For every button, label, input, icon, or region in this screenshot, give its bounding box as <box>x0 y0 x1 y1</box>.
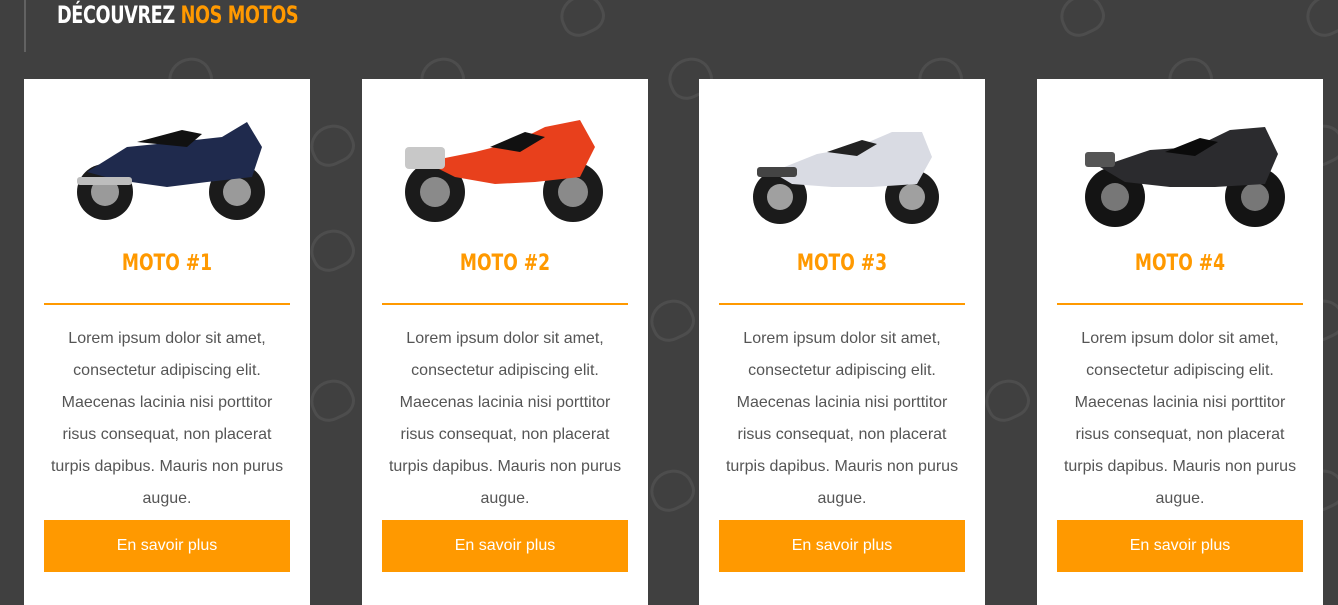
helmet-icon <box>303 117 361 173</box>
motorcycle-icon <box>405 119 603 222</box>
title-accent-bar <box>24 0 26 52</box>
section-title-orange: NOS MOTOS <box>180 1 299 29</box>
card-divider <box>44 303 290 305</box>
moto-card-1: MOTO #1 Lorem ipsum dolor sit amet, cons… <box>24 79 310 605</box>
card-description: Lorem ipsum dolor sit amet, consectetur … <box>1063 330 1297 507</box>
helmet-icon <box>303 372 361 428</box>
en-savoir-plus-button[interactable]: En savoir plus <box>719 520 965 572</box>
moto-card-4: MOTO #4 Lorem ipsum dolor sit amet, cons… <box>1037 79 1323 605</box>
en-savoir-plus-button[interactable]: En savoir plus <box>44 520 290 572</box>
card-description: Lorem ipsum dolor sit amet, consectetur … <box>388 330 622 507</box>
card-title: MOTO #1 <box>121 251 213 276</box>
card-divider <box>382 303 628 305</box>
helmet-icon <box>643 292 701 348</box>
helmet-icon <box>1053 0 1111 43</box>
moto-image-4 <box>1057 79 1303 244</box>
card-divider <box>1057 303 1303 305</box>
moto-image-1 <box>44 79 290 244</box>
card-title: MOTO #4 <box>1134 251 1226 276</box>
card-title: MOTO #3 <box>796 251 888 276</box>
moto-card-3: MOTO #3 Lorem ipsum dolor sit amet, cons… <box>699 79 985 605</box>
helmet-icon <box>978 372 1036 428</box>
motorcycle-icon <box>1085 126 1285 227</box>
card-divider <box>719 303 965 305</box>
section-title: DÉCOUVREZ NOS MOTOS <box>57 0 299 30</box>
motorcycle-icon <box>77 121 265 220</box>
moto-image-2 <box>382 79 628 244</box>
helmet-icon <box>303 222 361 278</box>
motorcycle-icon <box>753 131 939 224</box>
moto-image-3 <box>719 79 965 244</box>
helmet-icon <box>553 0 611 43</box>
en-savoir-plus-button[interactable]: En savoir plus <box>1057 520 1303 572</box>
en-savoir-plus-button[interactable]: En savoir plus <box>382 520 628 572</box>
helmet-icon <box>643 462 701 518</box>
helmet-icon <box>1299 0 1338 43</box>
card-title: MOTO #2 <box>459 251 551 276</box>
card-description: Lorem ipsum dolor sit amet, consectetur … <box>725 330 959 507</box>
moto-card-2: MOTO #2 Lorem ipsum dolor sit amet, cons… <box>362 79 648 605</box>
card-description: Lorem ipsum dolor sit amet, consectetur … <box>50 330 284 507</box>
section-title-white: DÉCOUVREZ <box>57 1 175 29</box>
